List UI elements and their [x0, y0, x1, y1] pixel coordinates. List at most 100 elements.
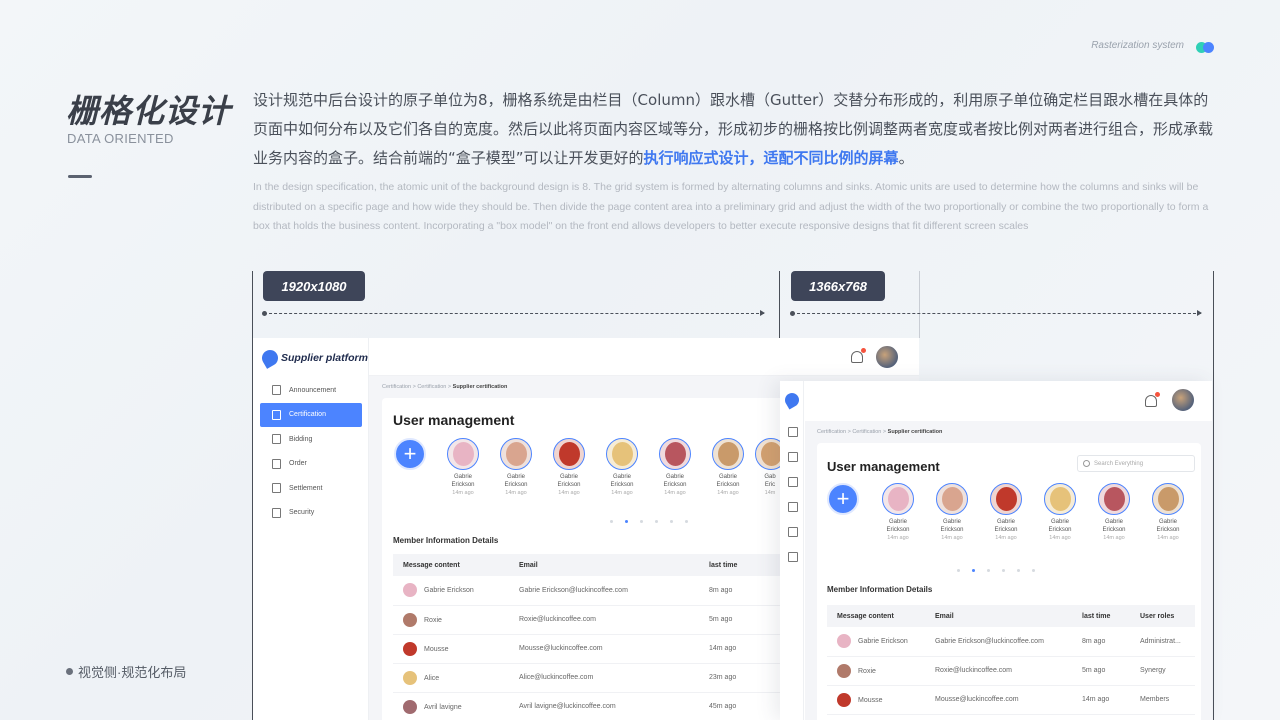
main-content: Certification > Certification > Supplier… [805, 421, 1212, 720]
pager-dot[interactable] [972, 569, 975, 572]
pager-dot[interactable] [610, 520, 613, 523]
shield-icon[interactable] [788, 552, 798, 562]
person-item[interactable]: Gabrie Erickson 14m ago [1039, 483, 1081, 542]
chart-icon [272, 434, 281, 445]
person-time: 14m ago [887, 535, 909, 541]
person-item[interactable]: Gabrie Erickson 14m ago [1147, 483, 1189, 542]
chart-icon[interactable] [788, 477, 798, 487]
sidebar-item-settlement[interactable]: Settlement [260, 476, 362, 501]
person-item[interactable]: Gabrie Erickson 14m ago [877, 483, 919, 542]
document-icon[interactable] [788, 427, 798, 437]
logo-icon[interactable] [782, 390, 802, 410]
person-name: Gabrie [996, 519, 1015, 525]
pager-dot[interactable] [957, 569, 960, 572]
row-email: Alice@luckincoffee.com [509, 663, 699, 693]
add-user-button[interactable]: + [394, 438, 426, 470]
person-item[interactable]: Gabrie Erickson 14m ago [655, 438, 695, 497]
pager-dot[interactable] [685, 520, 688, 523]
row-avatar [837, 663, 851, 678]
pager-dot[interactable] [987, 569, 990, 572]
carousel-pager[interactable] [957, 569, 1047, 572]
person-item[interactable]: Gabrie Erickson 14m ago [602, 438, 642, 497]
row-name: Avril lavigne [424, 703, 462, 711]
person-item[interactable]: Gabrie Erickson 14m ago [708, 438, 748, 497]
breadcrumb-item[interactable]: Certification [417, 384, 446, 390]
row-email: Roxie@luckincoffee.com [925, 656, 1072, 686]
pager-dot[interactable] [625, 520, 628, 523]
person-name: Erickson [1102, 527, 1126, 533]
row-avatar [403, 699, 417, 714]
person-name: Gabrie [942, 519, 961, 525]
person-item[interactable]: Gabrie Erickson 14m ago [496, 438, 536, 497]
person-time: 14m ago [1049, 535, 1071, 541]
row-time: 5m ago [1072, 656, 1130, 686]
width-arrow-small [790, 310, 1202, 316]
pager-dot[interactable] [640, 520, 643, 523]
topbar [369, 338, 919, 376]
certificate-icon[interactable] [788, 452, 798, 462]
person-name: Gabrie [1104, 519, 1123, 525]
app-logo[interactable]: Supplier platform [259, 347, 368, 369]
bell-icon[interactable] [851, 348, 866, 363]
intro-cn-end: 。 [898, 149, 914, 167]
page-subtitle: DATA ORIENTED [67, 131, 174, 146]
person-name: Erickson [1156, 527, 1180, 533]
breadcrumb-item[interactable]: Certification [852, 429, 881, 435]
column-header[interactable]: Message content [393, 554, 509, 576]
row-avatar [837, 692, 851, 707]
avatar[interactable] [1171, 388, 1195, 412]
sidebar-item-security[interactable]: Security [260, 501, 362, 526]
order-icon[interactable] [788, 502, 798, 512]
column-header[interactable]: last time [699, 554, 779, 576]
table-row[interactable]: Mousse Mousse@luckincoffee.com14m agoMemb… [827, 685, 1195, 715]
cart-icon[interactable] [788, 527, 798, 537]
member-table: Message contentEmaillast timeUser roles … [827, 605, 1195, 715]
sidebar-item-bidding[interactable]: Bidding [260, 427, 362, 452]
breadcrumb-current: Supplier certification [452, 384, 508, 390]
pager-dot[interactable] [655, 520, 658, 523]
table-row[interactable]: Gabrie Erickson Gabrie Erickson@luckincof… [827, 627, 1195, 657]
person-time: 14m ago [1103, 535, 1125, 541]
column-header[interactable]: last time [1072, 605, 1130, 627]
search-input[interactable]: Search Everything [1077, 455, 1195, 472]
sidebar-collapsed [780, 381, 804, 720]
person-item[interactable]: Gabrie Erickson 14m ago [443, 438, 483, 497]
document-icon [272, 385, 281, 396]
sidebar-item-label: Order [289, 460, 307, 468]
person-time: 14m ago [717, 490, 739, 496]
person-name: Erickson [994, 527, 1018, 533]
person-name: Gabrie [1050, 519, 1069, 525]
person-time: 14m ago [505, 490, 527, 496]
breadcrumb-item[interactable]: Certification [817, 429, 846, 435]
person-name: Erickson [886, 527, 910, 533]
pager-dot[interactable] [670, 520, 673, 523]
sidebar-item-certification[interactable]: Certification [260, 402, 362, 427]
person-name: Gabrie [1158, 519, 1177, 525]
avatar[interactable] [875, 345, 899, 369]
person-item[interactable]: Gabrie Erickson 14m ago [1093, 483, 1135, 542]
table-row[interactable]: Roxie Roxie@luckincoffee.com5m agoSynergy [827, 656, 1195, 686]
sidebar-item-label: Announcement [289, 386, 337, 394]
person-item[interactable]: Gabrie Erickson 14m ago [985, 483, 1027, 542]
column-header[interactable]: Email [925, 605, 1072, 627]
add-user-button[interactable]: + [827, 483, 859, 515]
person-time: 14m ago [1157, 535, 1179, 541]
person-item[interactable]: Gabrie Erickson 14m ago [549, 438, 589, 497]
breadcrumb-item[interactable]: Certification [382, 384, 411, 390]
pager-dot[interactable] [1017, 569, 1020, 572]
carousel-pager[interactable] [610, 520, 700, 523]
column-header[interactable]: Message content [827, 605, 925, 627]
footer-note-text: 视觉侧·规范化布局 [78, 665, 187, 680]
pager-dot[interactable] [1002, 569, 1005, 572]
bell-icon[interactable] [1145, 392, 1160, 407]
pager-dot[interactable] [1032, 569, 1035, 572]
sidebar-item-announcement[interactable]: Announcement [260, 378, 362, 403]
column-header[interactable]: Email [509, 554, 699, 576]
row-role: Administrat... [1130, 627, 1195, 657]
sidebar-item-label: Bidding [289, 435, 313, 443]
person-item[interactable]: Gabrie Erickson 14m ago [931, 483, 973, 542]
sidebar-item-order[interactable]: Order [260, 452, 362, 477]
table-header-row: Message contentEmaillast timeUser roles [827, 605, 1195, 627]
row-time: 14m ago [699, 634, 779, 664]
column-header[interactable]: User roles [1130, 605, 1195, 627]
